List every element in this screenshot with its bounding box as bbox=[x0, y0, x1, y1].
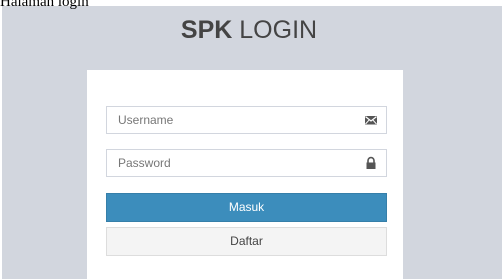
lock-icon bbox=[364, 156, 378, 170]
logo-strong-text: SPK bbox=[180, 16, 233, 44]
register-button[interactable]: Daftar bbox=[106, 227, 387, 256]
password-input[interactable] bbox=[107, 150, 347, 176]
login-box: Masuk Daftar bbox=[87, 70, 403, 279]
logo-light-text: LOGIN bbox=[239, 16, 318, 44]
page-caption: Halaman login bbox=[0, 0, 89, 10]
page: Halaman login SPK LOGIN Username Masuk D… bbox=[0, 0, 504, 279]
password-field[interactable] bbox=[106, 149, 387, 177]
username-field[interactable] bbox=[106, 106, 387, 134]
login-logo: SPK LOGIN bbox=[2, 14, 496, 46]
login-button[interactable]: Masuk bbox=[106, 193, 387, 222]
envelope-icon bbox=[364, 113, 378, 127]
username-input[interactable] bbox=[107, 107, 347, 133]
